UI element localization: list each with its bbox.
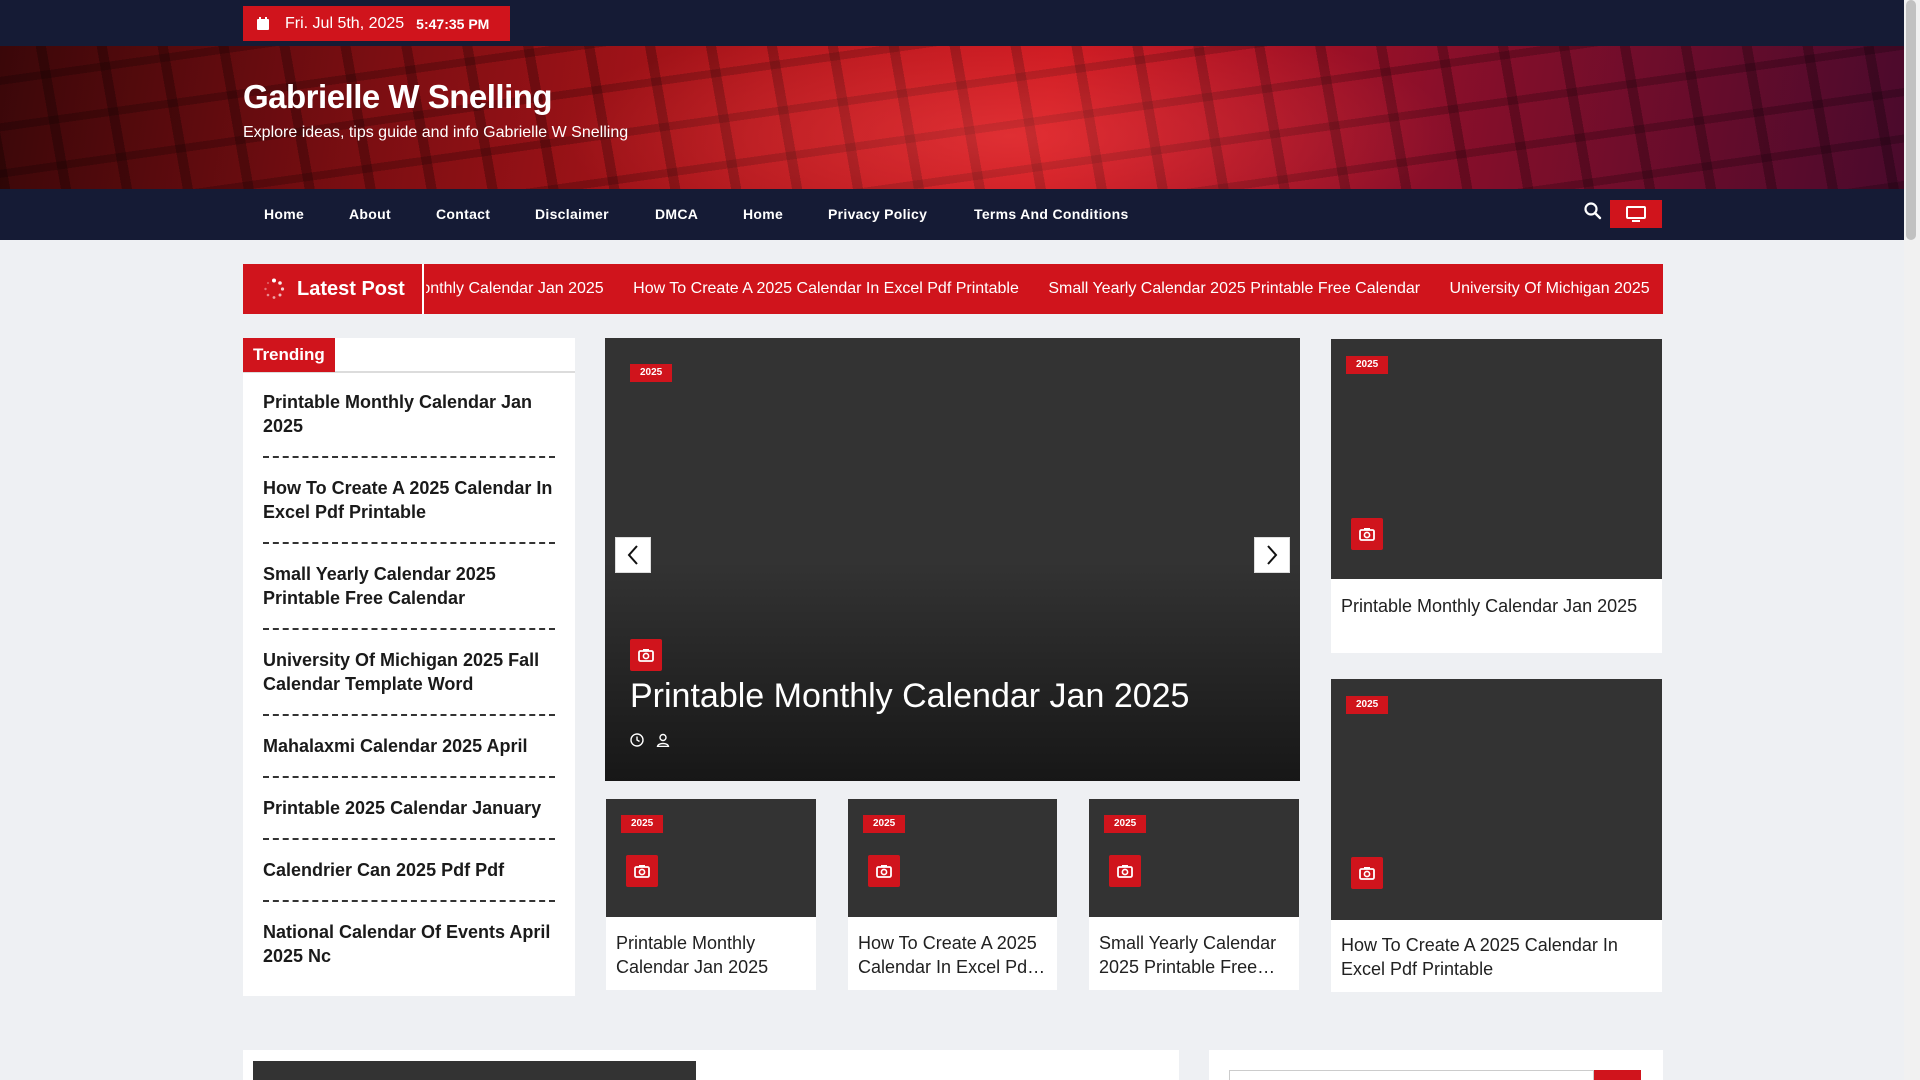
camera-icon[interactable] <box>1351 518 1383 550</box>
trending-item[interactable]: Calendrier Can 2025 Pdf Pdf <box>263 858 555 902</box>
trending-item[interactable]: Mahalaxmi Calendar 2025 April <box>263 734 555 778</box>
trending-header: Trending <box>243 338 575 373</box>
sidebar-search-widget <box>1209 1050 1663 1080</box>
content-section <box>243 1050 1179 1080</box>
category-badge[interactable]: 2025 <box>1346 356 1389 374</box>
search-button[interactable] <box>1594 1070 1641 1080</box>
post-card[interactable]: 2025 Small Yearly Calendar 2025 Printabl… <box>1089 799 1299 990</box>
card-title[interactable]: Printable Monthly Calendar Jan 2025 <box>616 931 806 979</box>
ticker-item[interactable]: Monthly Calendar Jan 2025 <box>426 280 604 297</box>
nav-item-terms[interactable]: Terms And Conditions <box>974 189 1129 240</box>
card-title[interactable]: How To Create A 2025 Calendar In Excel P… <box>1341 933 1652 981</box>
site-title[interactable]: Gabrielle W Snelling <box>243 78 553 116</box>
top-bar: Fri. Jul 5th, 2025 5:47:35 PM <box>0 0 1904 46</box>
chevron-left-icon[interactable] <box>615 537 651 573</box>
card-title[interactable]: How To Create A 2025 Calendar In Excel P… <box>858 931 1050 979</box>
post-card[interactable]: 2025 Printable Monthly Calendar Jan 2025 <box>1331 339 1662 653</box>
ticker-label: Latest Post <box>243 264 424 314</box>
category-badge[interactable]: 2025 <box>630 364 673 382</box>
featured-slider[interactable]: 2025 Printable Monthly Calendar Jan 2025 <box>605 338 1300 781</box>
camera-icon[interactable] <box>626 855 658 887</box>
ticker-item[interactable]: How To Create A 2025 Calendar In Excel P… <box>633 280 1019 297</box>
trending-title: Trending <box>243 338 335 372</box>
spinner-icon <box>263 278 285 300</box>
nav-item-privacy-policy[interactable]: Privacy Policy <box>828 189 927 240</box>
main-nav: Home About Contact Disclaimer DMCA Home … <box>0 189 1904 240</box>
category-badge[interactable]: 2025 <box>1104 815 1147 833</box>
card-title[interactable]: Printable Monthly Calendar Jan 2025 <box>1341 594 1652 642</box>
scrollbar-thumb[interactable] <box>1906 0 1916 240</box>
trending-widget: Trending Printable Monthly Calendar Jan … <box>243 338 575 996</box>
post-card[interactable]: 2025 Printable Monthly Calendar Jan 2025 <box>606 799 816 990</box>
trending-list: Printable Monthly Calendar Jan 2025 How … <box>263 390 555 980</box>
ticker-label-text: Latest Post <box>297 277 405 300</box>
category-badge[interactable]: 2025 <box>863 815 906 833</box>
nav-item-dmca[interactable]: DMCA <box>655 189 698 240</box>
nav-item-contact[interactable]: Contact <box>436 189 490 240</box>
current-time: 5:47:35 PM <box>416 15 490 32</box>
search-input[interactable] <box>1229 1070 1594 1080</box>
category-badge[interactable]: 2025 <box>1346 696 1389 714</box>
ticker-track: Monthly Calendar Jan 2025 How To Create … <box>426 264 1663 314</box>
slide-title[interactable]: Printable Monthly Calendar Jan 2025 <box>630 677 1189 716</box>
current-date: Fri. Jul 5th, 2025 <box>285 14 405 32</box>
trending-item[interactable]: Printable 2025 Calendar January <box>263 796 555 840</box>
category-badge[interactable]: 2025 <box>621 815 664 833</box>
trending-item[interactable]: How To Create A 2025 Calendar In Excel P… <box>263 476 555 544</box>
card-title[interactable]: Small Yearly Calendar 2025 Printable Fre… <box>1099 931 1291 979</box>
trending-item[interactable]: National Calendar Of Events April 2025 N… <box>263 920 555 980</box>
nav-item-disclaimer[interactable]: Disclaimer <box>535 189 609 240</box>
latest-post-ticker: Latest Post Monthly Calendar Jan 2025 Ho… <box>243 264 1663 314</box>
camera-icon[interactable] <box>1351 857 1383 889</box>
camera-icon[interactable] <box>1109 855 1141 887</box>
chevron-right-icon[interactable] <box>1254 537 1290 573</box>
post-card[interactable]: 2025 How To Create A 2025 Calendar In Ex… <box>1331 679 1662 992</box>
monitor-icon[interactable] <box>1610 200 1662 228</box>
header-banner: Gabrielle W Snelling Explore ideas, tips… <box>0 46 1904 189</box>
trending-item[interactable]: Small Yearly Calendar 2025 Printable Fre… <box>263 562 555 630</box>
camera-icon[interactable] <box>630 639 662 671</box>
slide-meta <box>630 733 670 752</box>
date-time-box: Fri. Jul 5th, 2025 5:47:35 PM <box>243 6 510 41</box>
clock-icon <box>630 733 644 752</box>
ticker-item[interactable]: Small Yearly Calendar 2025 Printable Fre… <box>1048 280 1420 297</box>
post-card[interactable]: 2025 How To Create A 2025 Calendar In Ex… <box>848 799 1057 990</box>
user-icon[interactable] <box>656 733 670 752</box>
site-tagline: Explore ideas, tips guide and info Gabri… <box>243 124 629 141</box>
search-icon[interactable] <box>1584 202 1606 224</box>
ticker-item[interactable]: University Of Michigan 2025 <box>1450 280 1650 297</box>
trending-item[interactable]: Printable Monthly Calendar Jan 2025 <box>263 390 555 458</box>
nav-item-home[interactable]: Home <box>264 189 304 240</box>
section-header-bar <box>253 1061 696 1080</box>
calendar-icon <box>257 17 269 30</box>
trending-item[interactable]: University Of Michigan 2025 Fall Calenda… <box>263 648 555 716</box>
camera-icon[interactable] <box>868 855 900 887</box>
nav-item-about[interactable]: About <box>349 189 391 240</box>
nav-item-home-2[interactable]: Home <box>743 189 783 240</box>
